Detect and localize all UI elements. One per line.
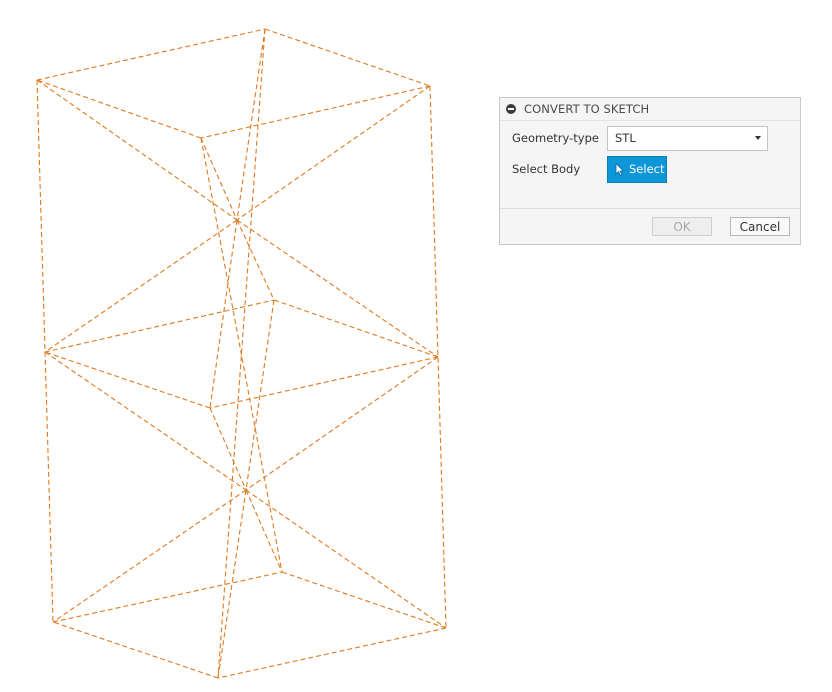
wireframe-lower-diagonal bbox=[209, 407, 247, 491]
wireframe-top-edge bbox=[36, 28, 266, 81]
wireframe-top-edge bbox=[264, 28, 431, 87]
wireframe-upper-diagonal bbox=[209, 219, 238, 409]
dialog-title: CONVERT TO SKETCH bbox=[524, 102, 650, 116]
wireframe-lower-diagonal bbox=[44, 351, 247, 491]
geometry-type-row: Geometry-type STL bbox=[512, 124, 768, 152]
wireframe-upper-diagonal bbox=[236, 28, 266, 221]
wireframe-bottom-edge bbox=[52, 621, 219, 679]
minus-circle-icon[interactable] bbox=[506, 104, 516, 114]
wireframe-upper-diagonal bbox=[36, 79, 238, 221]
wireframe-lower-diagonal bbox=[217, 489, 247, 679]
wireframe-bottom-edge bbox=[281, 571, 447, 629]
dialog-header[interactable]: CONVERT TO SKETCH bbox=[500, 98, 800, 121]
wireframe-upper-diagonal bbox=[200, 137, 238, 221]
geometry-type-select[interactable]: STL bbox=[607, 125, 768, 151]
chevron-down-icon bbox=[755, 136, 761, 140]
wireframe-vertical-edge bbox=[36, 79, 54, 623]
wireframe-mid-edge bbox=[273, 299, 439, 358]
select-body-label: Select Body bbox=[512, 162, 581, 176]
cancel-button[interactable]: Cancel bbox=[730, 217, 790, 236]
wireframe-bottom-edge bbox=[217, 627, 447, 679]
wireframe-mid-edge bbox=[44, 351, 211, 409]
wireframe-lower-diagonal bbox=[52, 489, 247, 623]
geometry-type-value: STL bbox=[615, 131, 636, 145]
wireframe-upper-diagonal bbox=[236, 85, 431, 221]
wireframe-lower-diagonal bbox=[245, 489, 283, 573]
wireframe-bottom-edge bbox=[52, 571, 283, 623]
wireframe-vertical-edge bbox=[200, 137, 283, 573]
wireframe-upper-diagonal bbox=[44, 219, 238, 353]
dialog-footer: OK Cancel bbox=[500, 208, 800, 244]
wireframe-mid-edge bbox=[209, 356, 439, 409]
ok-button[interactable]: OK bbox=[652, 217, 712, 236]
wireframe-upper-diagonal bbox=[236, 219, 275, 301]
cursor-arrow-icon bbox=[615, 162, 624, 176]
select-body-row: Select Body Select bbox=[512, 155, 667, 183]
select-body-button[interactable]: Select bbox=[607, 155, 667, 183]
wireframe-top-edge bbox=[200, 85, 431, 139]
wireframe-top-edge bbox=[36, 79, 202, 139]
select-button-label: Select bbox=[629, 162, 665, 176]
geometry-type-label: Geometry-type bbox=[512, 131, 599, 145]
wireframe-lower-diagonal bbox=[245, 356, 439, 491]
wireframe-upper-diagonal bbox=[236, 219, 439, 358]
convert-to-sketch-dialog: CONVERT TO SKETCH Geometry-type STL Sele… bbox=[499, 97, 801, 245]
